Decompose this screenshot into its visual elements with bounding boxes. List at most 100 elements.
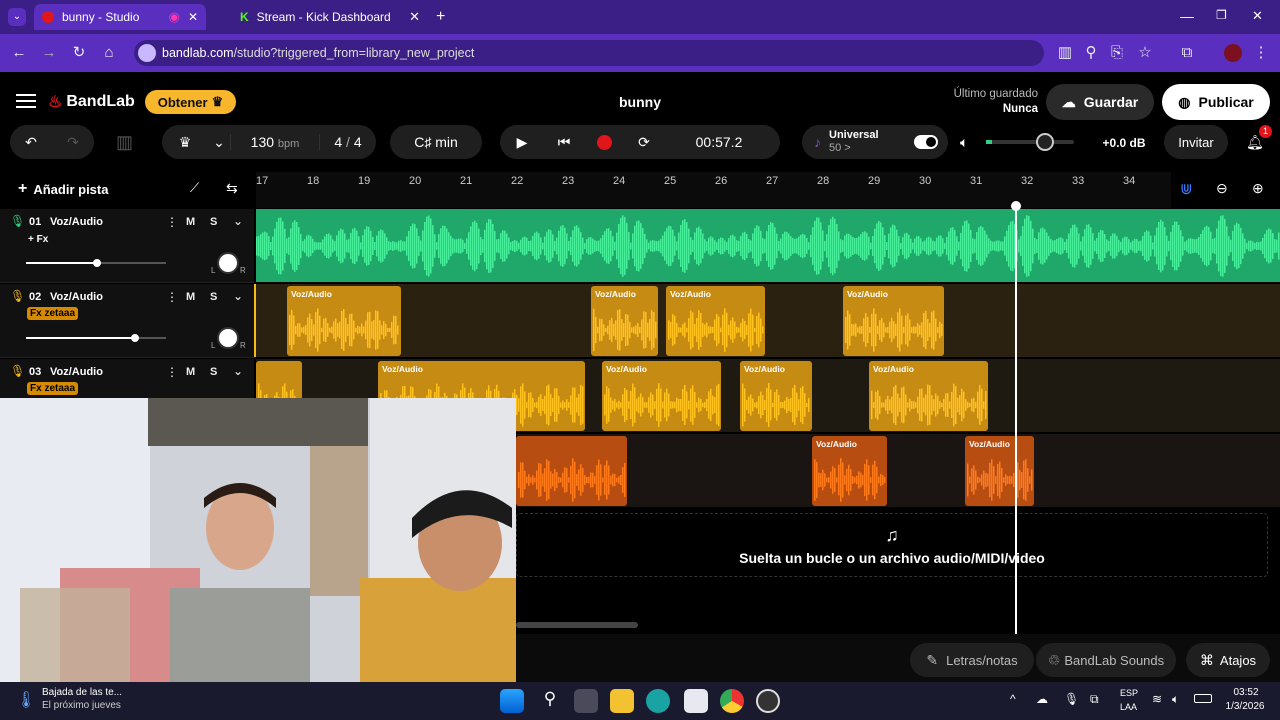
zoom-icon[interactable]: ⚲ <box>1080 42 1102 64</box>
reload-icon[interactable]: ↻ <box>68 42 90 64</box>
publish-button[interactable]: ◍ Publicar <box>1162 84 1270 120</box>
record-icon[interactable] <box>584 134 624 151</box>
audio-clip[interactable]: Voz/Audio <box>287 286 401 356</box>
track-options-icon[interactable]: ⇆ <box>226 180 238 197</box>
pan-knob[interactable] <box>217 252 239 274</box>
tray-chevron-icon[interactable]: ^ <box>1010 692 1016 706</box>
back-icon[interactable]: ← <box>8 42 30 64</box>
horizontal-scrollbar[interactable] <box>516 622 638 628</box>
pan-knob[interactable] <box>217 327 239 349</box>
invite-button[interactable]: Invitar <box>1164 125 1228 159</box>
project-title[interactable]: bunny <box>590 94 690 110</box>
weather-line1[interactable]: Bajada de las te... <box>42 687 122 698</box>
master-volume-slider[interactable] <box>986 133 1074 151</box>
bandlab-sounds-button[interactable]: ♲ BandLab Sounds <box>1036 643 1176 677</box>
speaker-icon[interactable]: 🔈︎ <box>960 134 968 151</box>
audio-clip[interactable]: Voz/Audio <box>666 286 765 356</box>
play-icon[interactable]: ▶ <box>500 134 544 151</box>
metronome-icon[interactable]: ♛ <box>162 134 208 151</box>
track-menu-icon[interactable]: ⋮ <box>166 365 178 379</box>
volume-handle[interactable] <box>93 259 101 267</box>
lang-line1[interactable]: ESP <box>1120 688 1138 698</box>
audio-clip[interactable] <box>516 436 627 506</box>
obs-icon[interactable] <box>756 689 780 713</box>
chevron-down-icon[interactable]: ⌄ <box>233 289 243 303</box>
forward-icon[interactable]: → <box>38 42 60 64</box>
track-lane-2[interactable] <box>256 284 1280 357</box>
undo-icon[interactable]: ↶ <box>25 134 37 151</box>
playhead[interactable] <box>1015 204 1017 634</box>
start-icon[interactable] <box>500 689 524 713</box>
weather-icon[interactable]: 🌡︎ <box>16 690 36 710</box>
fx-badge[interactable]: Fx zetaaa <box>27 382 79 395</box>
store-icon[interactable] <box>684 689 708 713</box>
clock-time[interactable]: 03:52 <box>1226 687 1266 698</box>
audio-clip[interactable]: Voz/Audio <box>812 436 887 506</box>
track-name[interactable]: Voz/Audio <box>50 216 103 228</box>
chevron-down-icon[interactable]: ⌄ <box>233 364 243 378</box>
audio-clip[interactable]: Voz/Audio <box>740 361 812 431</box>
skip-back-icon[interactable]: ⏮ <box>544 134 584 151</box>
mute-button[interactable]: M <box>186 291 195 303</box>
task-view-icon[interactable] <box>574 689 598 713</box>
key-button[interactable]: C♯ min <box>390 125 482 159</box>
battery-icon[interactable] <box>1194 694 1212 703</box>
maximize-icon[interactable]: ❐ <box>1216 8 1227 22</box>
url-bar[interactable]: bandlab.com/studio?triggered_from=librar… <box>134 40 1044 66</box>
reader-mode-icon[interactable]: ▥ <box>1054 42 1076 64</box>
track-menu-icon[interactable]: ⋮ <box>166 215 178 229</box>
fx-badge[interactable]: Fx zetaaa <box>27 307 79 320</box>
add-fx-button[interactable]: + Fx <box>28 234 48 245</box>
obtener-button[interactable]: Obtener ♛ <box>145 90 236 114</box>
minimize-icon[interactable]: — <box>1180 8 1194 24</box>
lyrics-notes-button[interactable]: ✎ Letras/notas <box>910 643 1034 677</box>
profile-avatar[interactable] <box>1224 44 1242 62</box>
bandlab-logo[interactable]: ♨ BandLab <box>48 92 135 112</box>
piano-keys-icon[interactable]: ▥ <box>116 132 133 153</box>
mic-icon[interactable]: 🎙︎ <box>10 214 25 228</box>
chevron-down-icon[interactable]: ⌄ <box>233 214 243 228</box>
universal-toggle[interactable] <box>914 135 938 149</box>
mute-button[interactable]: M <box>186 216 195 228</box>
zoom-out-icon[interactable]: ⊖ <box>1216 180 1228 197</box>
solo-button[interactable]: S <box>210 366 217 378</box>
chrome-icon[interactable] <box>720 689 744 713</box>
add-track-button[interactable]: + Añadir pista <box>8 176 116 202</box>
tray-cloud-icon[interactable]: ☁ <box>1036 692 1048 706</box>
volume-handle[interactable] <box>131 334 139 342</box>
tray-mic-icon[interactable]: 🎙︎ <box>1064 692 1079 706</box>
track-name[interactable]: Voz/Audio <box>50 291 103 303</box>
shortcuts-button[interactable]: ⌘ Atajos <box>1186 643 1270 677</box>
file-explorer-icon[interactable] <box>610 689 634 713</box>
save-button[interactable]: ☁ Guardar <box>1046 84 1154 120</box>
solo-button[interactable]: S <box>210 216 217 228</box>
magnet-snap-icon[interactable]: ⋓ <box>1180 180 1193 198</box>
track-menu-icon[interactable]: ⋮ <box>166 290 178 304</box>
close-tab-icon[interactable]: ✕ <box>188 10 198 24</box>
universal-control[interactable]: Universal 50 > <box>829 129 879 155</box>
install-icon[interactable]: ⎘ <box>1106 42 1128 64</box>
new-tab-button[interactable]: + <box>436 8 445 26</box>
extensions-icon[interactable]: ⧉ <box>1176 42 1198 64</box>
automation-icon[interactable]: ⟋ <box>190 180 199 196</box>
bpm-field[interactable]: 130 bpm <box>230 134 320 150</box>
redo-icon[interactable]: ↷ <box>67 134 79 151</box>
hamburger-menu-icon[interactable] <box>16 94 36 108</box>
home-icon[interactable]: ⌂ <box>98 42 120 64</box>
solo-button[interactable]: S <box>210 291 217 303</box>
audio-clip[interactable]: Voz/Audio <box>869 361 988 431</box>
chevron-down-icon[interactable]: ⌄ <box>208 134 230 151</box>
audio-clip[interactable]: Voz/Audio <box>965 436 1034 506</box>
mic-icon[interactable]: 🎙︎ <box>10 289 25 303</box>
mic-icon[interactable]: 🎙︎ <box>10 364 25 378</box>
playhead-handle[interactable] <box>1011 201 1021 211</box>
close-window-icon[interactable]: ✕ <box>1252 8 1263 24</box>
tray-app-icon[interactable]: ⧉ <box>1090 692 1099 707</box>
drop-zone[interactable]: ♫ Suelta un bucle o un archivo audio/MID… <box>516 513 1268 577</box>
edge-icon[interactable] <box>646 689 670 713</box>
audio-clip[interactable]: Voz/Audio <box>602 361 721 431</box>
time-signature[interactable]: 4 / 4 <box>320 134 376 150</box>
audio-clip[interactable]: Voz/Audio <box>591 286 658 356</box>
tab-kick-dashboard[interactable]: K Stream - Kick Dashboard ✕ <box>232 4 428 30</box>
site-info-icon[interactable] <box>138 44 156 62</box>
